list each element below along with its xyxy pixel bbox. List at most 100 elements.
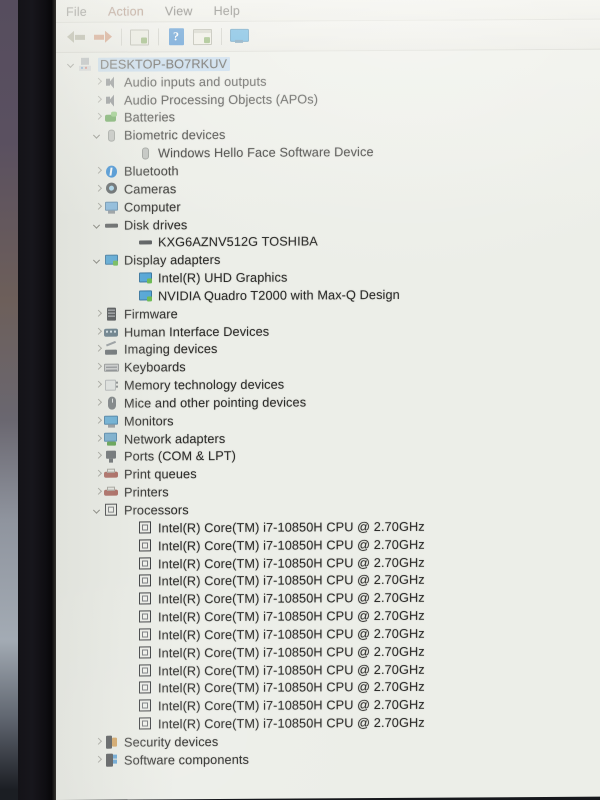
computer-icon	[104, 200, 119, 214]
chevron-right-icon[interactable]	[92, 326, 104, 338]
chevron-right-icon[interactable]	[92, 94, 104, 106]
tree-item-label: Mice and other pointing devices	[124, 395, 307, 411]
menu-view[interactable]: View	[165, 4, 193, 18]
biometric-device-icon	[138, 147, 153, 161]
display-adapter-icon	[104, 254, 119, 268]
back-arrow-icon	[66, 30, 86, 44]
tree-item-label: Cameras	[124, 182, 177, 197]
menu-action[interactable]: Action	[108, 4, 144, 18]
chevron-right-icon[interactable]	[92, 737, 104, 749]
chevron-right-icon[interactable]	[92, 380, 104, 392]
tree-item-label: Intel(R) Core(TM) i7-10850H CPU @ 2.70GH…	[158, 680, 425, 696]
update-driver-button[interactable]	[190, 26, 214, 48]
tree-item-label: Human Interface Devices	[124, 324, 270, 340]
scan-hardware-button[interactable]	[227, 25, 251, 47]
properties-button[interactable]	[127, 26, 151, 48]
chevron-right-icon[interactable]	[92, 433, 104, 445]
back-button[interactable]	[64, 26, 88, 48]
chevron-right-icon[interactable]	[92, 201, 104, 213]
tree-item-label: Intel(R) Core(TM) i7-10850H CPU @ 2.70GH…	[158, 608, 425, 625]
processor-icon	[138, 593, 153, 607]
chevron-right-icon[interactable]	[92, 184, 104, 196]
computer-node-icon	[78, 57, 93, 72]
printer-icon	[104, 468, 119, 482]
processor-icon	[138, 682, 153, 696]
tree-item-label: Software components	[124, 752, 249, 768]
chevron-right-icon[interactable]	[92, 469, 104, 481]
display-adapter-icon	[138, 271, 153, 285]
scan-hardware-icon	[229, 28, 249, 44]
toolbar: ?	[56, 19, 600, 53]
chevron-down-icon[interactable]	[92, 130, 104, 142]
tree-item-label: Biometric devices	[124, 128, 226, 143]
tree-item-label: Audio inputs and outputs	[124, 74, 267, 90]
tree-item-label: KXG6AZNV512G TOSHIBA	[158, 234, 318, 250]
help-button[interactable]: ?	[164, 26, 188, 48]
processor-icon	[138, 521, 153, 535]
mouse-icon	[104, 397, 119, 411]
tree-item-label: Display adapters	[124, 253, 221, 268]
chevron-right-icon[interactable]	[92, 76, 104, 88]
tree-item-label: Intel(R) Core(TM) i7-10850H CPU @ 2.70GH…	[158, 662, 425, 678]
device-tree[interactable]: DESKTOP-BO7RKUV Audio inputs and outputs A…	[56, 53, 600, 800]
chevron-down-icon[interactable]	[66, 59, 78, 71]
processor-icon	[138, 664, 153, 678]
printer-icon	[104, 486, 119, 500]
tree-item-label: Security devices	[124, 734, 219, 750]
tree-item-label: Intel(R) Core(TM) i7-10850H CPU @ 2.70GH…	[158, 573, 425, 589]
chevron-down-icon[interactable]	[92, 505, 104, 517]
tree-item-label: Intel(R) Core(TM) i7-10850H CPU @ 2.70GH…	[158, 555, 425, 571]
tree-item-label: Intel(R) Core(TM) i7-10850H CPU @ 2.70GH…	[158, 715, 425, 732]
chevron-right-icon[interactable]	[92, 487, 104, 499]
biometric-icon	[104, 129, 119, 143]
tree-item-label: Disk drives	[124, 217, 188, 233]
tree-item-label: Printers	[124, 485, 169, 500]
toolbar-divider	[221, 27, 222, 45]
chevron-right-icon[interactable]	[92, 308, 104, 320]
tree-item-label: Print queues	[124, 467, 197, 482]
security-device-icon	[104, 736, 119, 750]
chevron-right-icon[interactable]	[92, 451, 104, 463]
processor-icon	[104, 504, 119, 518]
battery-icon	[104, 111, 119, 125]
software-component-icon	[104, 753, 119, 767]
processor-icon	[138, 610, 153, 624]
chevron-right-icon[interactable]	[92, 344, 104, 356]
tree-item-label: Network adapters	[124, 431, 226, 447]
chevron-right-icon[interactable]	[92, 166, 104, 178]
chevron-down-icon[interactable]	[92, 219, 104, 231]
tree-item-label: Bluetooth	[124, 164, 179, 179]
disk-drive-icon	[138, 236, 153, 250]
tree-item-label: Ports (COM & LPT)	[124, 449, 237, 465]
chevron-right-icon[interactable]	[92, 362, 104, 374]
processor-icon	[138, 718, 153, 732]
tree-item-label: Intel(R) Core(TM) i7-10850H CPU @ 2.70GH…	[158, 644, 425, 661]
chevron-down-icon[interactable]	[92, 255, 104, 267]
bluetooth-icon	[104, 165, 119, 179]
menu-help[interactable]: Help	[214, 3, 241, 17]
tree-item-label: Monitors	[124, 414, 174, 429]
tree-item-label: Firmware	[124, 306, 178, 322]
chevron-right-icon[interactable]	[92, 755, 104, 767]
forward-button[interactable]	[90, 26, 114, 48]
toolbar-divider	[121, 28, 122, 46]
tree-item[interactable]: Software components	[56, 749, 600, 770]
properties-icon	[129, 28, 149, 46]
speaker-icon	[104, 75, 119, 89]
chevron-right-icon[interactable]	[92, 416, 104, 428]
tree-item-label: Processors	[124, 503, 189, 518]
menu-file[interactable]: File	[66, 4, 87, 18]
processor-icon	[138, 646, 153, 660]
tree-item-label: Intel(R) Core(TM) i7-10850H CPU @ 2.70GH…	[158, 519, 425, 536]
chevron-right-icon[interactable]	[92, 112, 104, 124]
chevron-right-icon[interactable]	[92, 398, 104, 410]
forward-arrow-icon	[93, 30, 112, 44]
processor-icon	[138, 700, 153, 714]
